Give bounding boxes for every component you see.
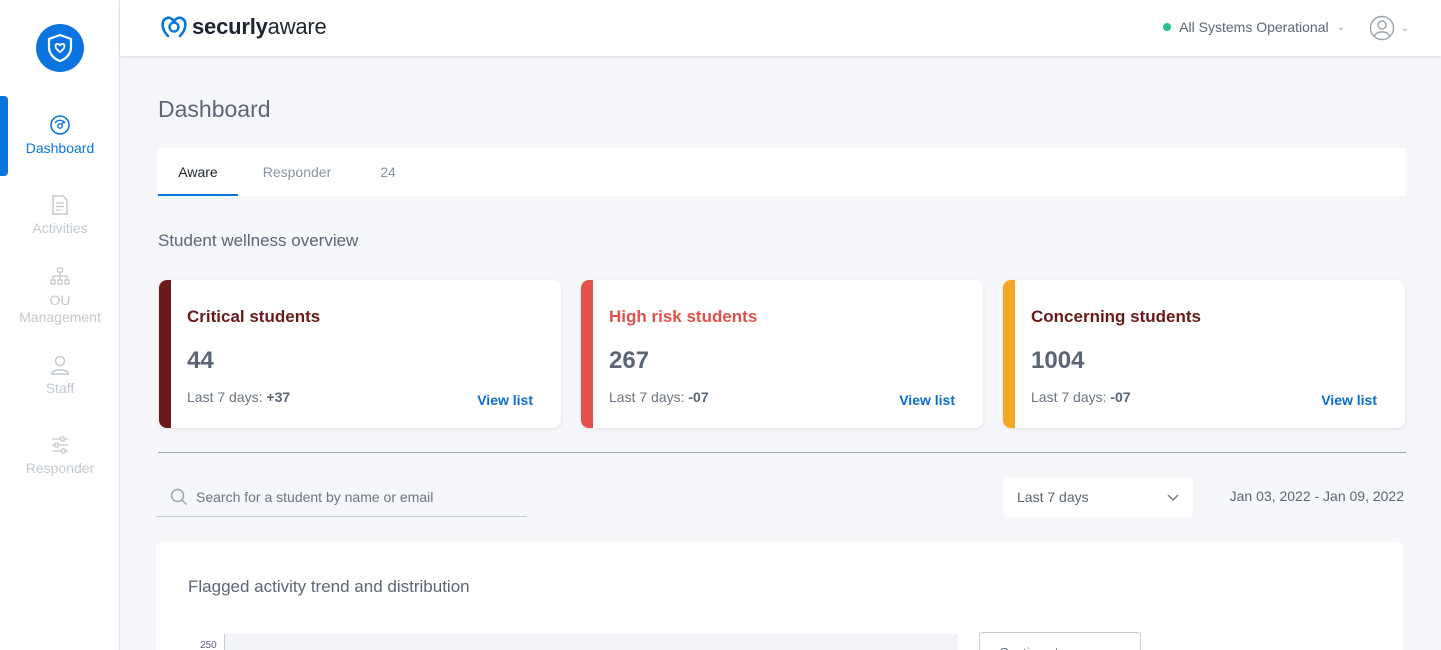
sidebar-item-label: Staff	[45, 380, 75, 396]
tab-bar: Aware Responder 24	[158, 148, 1406, 196]
dashboard-gauge-icon	[50, 115, 70, 135]
sidebar-item-label: Activities	[32, 220, 88, 236]
search-input[interactable]	[196, 489, 516, 505]
sidebar-item-staff[interactable]: Staff	[0, 354, 120, 397]
student-search	[156, 478, 526, 517]
brand-name: securlyaware	[192, 14, 327, 39]
card-count: 1004	[1031, 347, 1085, 374]
card-accent-stripe	[159, 280, 171, 428]
critical-students-card: Critical students 44 Last 7 days: +37 Vi…	[159, 280, 561, 428]
divider	[158, 452, 1406, 453]
sidebar-item-responder[interactable]: Responder	[0, 434, 120, 477]
top-bar: securlyaware All Systems Operational ⌄ ⌄	[120, 0, 1441, 56]
card-title: Critical students	[187, 307, 321, 326]
sidebar-item-label: Responder	[25, 460, 95, 476]
user-menu[interactable]: ⌄	[1369, 15, 1409, 41]
high-risk-students-card: High risk students 267 Last 7 days: -07 …	[581, 280, 983, 428]
securly-logo-icon	[161, 16, 187, 38]
status-text: All Systems Operational	[1179, 19, 1329, 35]
card-subtext: Last 7 days: -07	[1031, 389, 1131, 405]
section-title: Student wellness overview	[158, 231, 359, 250]
trend-chart-area	[224, 634, 958, 650]
card-accent-stripe	[581, 280, 593, 428]
document-icon	[52, 195, 68, 215]
tab-24[interactable]: 24	[372, 148, 404, 196]
sidebar-item-dashboard[interactable]: Dashboard	[0, 96, 120, 176]
chevron-down-icon	[1167, 477, 1179, 517]
card-title: Concerning students	[1031, 307, 1202, 326]
person-icon	[50, 355, 70, 375]
date-range: Jan 03, 2022 - Jan 09, 2022	[1229, 488, 1404, 504]
card-subtext: Last 7 days: -07	[609, 389, 709, 405]
card-accent-stripe	[1003, 280, 1015, 428]
tab-responder[interactable]: Responder	[254, 148, 340, 196]
user-avatar-icon	[1369, 15, 1394, 41]
org-tree-icon	[50, 267, 70, 285]
shield-logo-icon[interactable]	[36, 24, 84, 72]
sliders-icon	[52, 436, 68, 454]
sentiments-dropdown[interactable]: Sentiments	[979, 632, 1141, 650]
flagged-activity-panel: Flagged activity trend and distribution …	[156, 542, 1403, 650]
system-status-dropdown[interactable]: All Systems Operational ⌄	[1163, 19, 1345, 35]
card-count: 44	[187, 347, 214, 374]
search-icon	[170, 488, 188, 506]
y-axis-tick: 250	[200, 640, 217, 650]
card-subtext: Last 7 days: +37	[187, 389, 291, 405]
sidebar-item-label: OU Management	[19, 292, 101, 325]
brand-logo[interactable]: securlyaware	[160, 14, 327, 40]
card-title: High risk students	[609, 307, 758, 326]
chevron-down-icon: ⌄	[1336, 21, 1345, 33]
view-list-link[interactable]: View list	[899, 392, 955, 408]
period-select-value: Last 7 days	[1017, 489, 1089, 505]
status-dot	[1163, 23, 1172, 31]
period-select[interactable]: Last 7 days	[1003, 477, 1193, 517]
sidebar-item-ou-management[interactable]: OU Management	[0, 266, 120, 326]
view-list-link[interactable]: View list	[1321, 392, 1377, 408]
sidebar-item-label: Dashboard	[25, 140, 95, 156]
chevron-down-icon: ⌄	[1400, 22, 1409, 34]
card-count: 267	[609, 347, 650, 374]
tab-aware[interactable]: Aware	[158, 148, 238, 196]
sidebar-item-activities[interactable]: Activities	[0, 194, 120, 237]
concerning-students-card: Concerning students 1004 Last 7 days: -0…	[1003, 280, 1405, 428]
view-list-link[interactable]: View list	[477, 392, 533, 408]
panel-title: Flagged activity trend and distribution	[188, 577, 470, 596]
sidebar: Dashboard Activities OU Management Staff…	[0, 0, 120, 650]
page-title: Dashboard	[158, 96, 271, 122]
